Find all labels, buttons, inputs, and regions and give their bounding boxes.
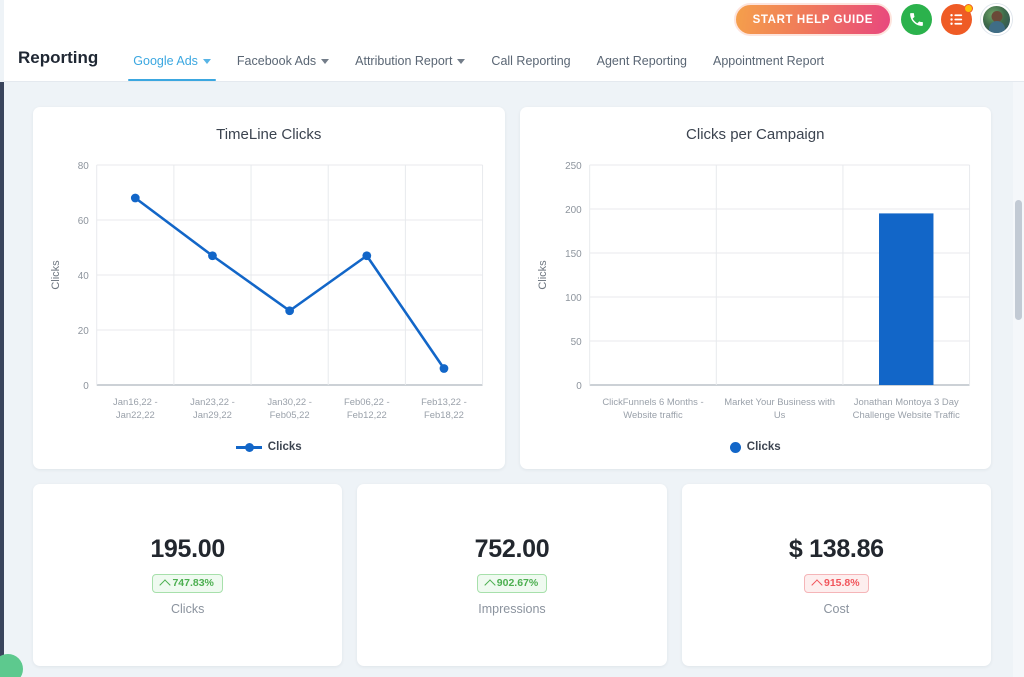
legend-label-clicks: Clicks [746,441,781,453]
charts-row: TimeLine Clicks 0 20 40 60 80 Clicks Jan16,22 … [33,107,991,469]
tasks-list-icon [950,14,963,25]
tasks-button[interactable] [941,4,973,35]
svg-text:60: 60 [78,216,90,227]
tab-facebook-ads[interactable]: Facebook Ads [224,54,342,81]
tab-agent-reporting-label: Agent Reporting [596,54,687,68]
clicks-per-campaign-chart-card: Clicks per Campaign 0 50 100 150 200 250 Click… [519,107,991,469]
svg-text:Clicks: Clicks [536,260,548,290]
metric-label: Clicks [170,601,205,616]
svg-text:ClickFunnels 6 Months -: ClickFunnels 6 Months - [602,397,703,408]
svg-text:Us: Us [773,410,785,421]
tab-agent-reporting[interactable]: Agent Reporting [584,54,700,81]
legend-line-marker [235,442,262,452]
svg-text:Jan30,22 -: Jan30,22 - [267,397,312,408]
svg-text:Feb13,22 -: Feb13,22 - [421,397,467,408]
svg-text:100: 100 [565,293,582,304]
reporting-dashboard: START HELP GUIDE Reporting Google Ads Fa… [0,0,1024,677]
timeline-clicks-chart-title: TimeLine Clicks [216,126,322,143]
metric-change: 747.83% [172,577,214,589]
svg-text:50: 50 [570,337,582,348]
notification-badge [964,4,973,13]
svg-text:80: 80 [78,161,90,172]
svg-text:40: 40 [78,271,90,282]
svg-text:Feb06,22 -: Feb06,22 - [344,397,390,408]
timeline-clicks-legend[interactable]: Clicks [45,441,493,453]
status-badge: 902.67% [476,573,548,593]
metrics-row: 195.00 747.83% Clicks 752.00 902.67% Imp… [33,484,991,666]
tab-appointment-report[interactable]: Appointment Report [700,54,837,81]
page-title: Reporting [18,48,99,67]
phone-call-button[interactable] [901,4,932,35]
timeline-clicks-plot: 0 20 40 60 80 Clicks Jan16,22 - Jan22,22 Jan23,2… [45,147,493,439]
status-badge: 747.83% [152,573,223,593]
svg-text:Jonathan Montoya 3 Day: Jonathan Montoya 3 Day [853,397,958,408]
tab-attribution-report-label: Attribution Report [355,54,453,68]
metric-change: 902.67% [496,577,539,589]
phone-icon [910,13,923,26]
start-help-guide-button[interactable]: START HELP GUIDE [733,3,892,36]
status-badge: 915.8% [804,573,869,593]
svg-text:Jan22,22: Jan22,22 [116,410,155,421]
tab-google-ads[interactable]: Google Ads [120,54,224,81]
tab-google-ads-label: Google Ads [133,54,198,68]
svg-text:200: 200 [565,205,582,216]
tab-call-reporting-label: Call Reporting [491,54,571,68]
dashboard-content: TimeLine Clicks 0 20 40 60 80 Clicks Jan16,22 … [4,82,1012,677]
chevron-down-icon [321,59,330,64]
svg-text:Feb12,22: Feb12,22 [347,410,387,421]
metric-card-impressions: 752.00 902.67% Impressions [357,484,667,666]
svg-text:Market Your Business with: Market Your Business with [724,397,835,408]
arrow-up-icon [811,579,823,591]
tab-appointment-report-label: Appointment Report [712,54,825,68]
header-actions: START HELP GUIDE [733,3,1012,36]
metric-value: 195.00 [150,534,225,563]
svg-text:Jan29,22: Jan29,22 [193,410,232,421]
metric-card-clicks: 195.00 747.83% Clicks [33,484,343,666]
metric-value: 752.00 [474,534,550,563]
metric-change: 915.8% [824,577,860,589]
vertical-scrollbar-track[interactable] [1013,82,1024,677]
legend-label-clicks: Clicks [267,441,302,453]
chevron-down-icon [457,59,466,64]
svg-text:Clicks: Clicks [50,260,62,290]
clicks-per-campaign-chart-title: Clicks per Campaign [686,126,825,143]
svg-text:Challenge Website Traffic: Challenge Website Traffic [852,410,960,421]
tab-attribution-report[interactable]: Attribution Report [342,54,478,81]
metric-value: $ 138.86 [788,534,884,563]
timeline-clicks-chart-card: TimeLine Clicks 0 20 40 60 80 Clicks Jan16,22 … [33,107,505,469]
svg-text:Feb18,22: Feb18,22 [424,410,464,421]
metric-label: Impressions [478,601,546,616]
metric-label: Cost [823,601,850,616]
clicks-per-campaign-legend[interactable]: Clicks [532,441,980,453]
svg-text:20: 20 [78,326,90,337]
svg-text:Website traffic: Website traffic [623,410,683,421]
svg-text:0: 0 [83,381,89,392]
arrow-up-icon [484,579,496,591]
svg-text:250: 250 [565,161,582,172]
top-header: START HELP GUIDE Reporting Google Ads Fa… [4,0,1024,82]
svg-text:Feb05,22: Feb05,22 [270,410,310,421]
legend-dot-marker [729,441,741,453]
chevron-down-icon [202,59,211,64]
tab-facebook-ads-label: Facebook Ads [236,54,317,68]
tab-call-reporting[interactable]: Call Reporting [478,54,583,81]
svg-text:0: 0 [576,381,582,392]
avatar[interactable] [981,4,1012,35]
svg-text:Jan23,22 -: Jan23,22 - [190,397,235,408]
clicks-per-campaign-plot: 0 50 100 150 200 250 Clicks ClickFunnels 6 Mont… [532,147,980,439]
vertical-scrollbar-thumb[interactable] [1015,200,1022,320]
main-nav: Reporting Google Ads Facebook Ads Attrib… [18,35,837,81]
arrow-up-icon [159,579,172,591]
svg-text:150: 150 [565,249,582,260]
metric-card-cost: $ 138.86 915.8% Cost [681,484,991,666]
svg-text:Jan16,22 -: Jan16,22 - [113,397,158,408]
